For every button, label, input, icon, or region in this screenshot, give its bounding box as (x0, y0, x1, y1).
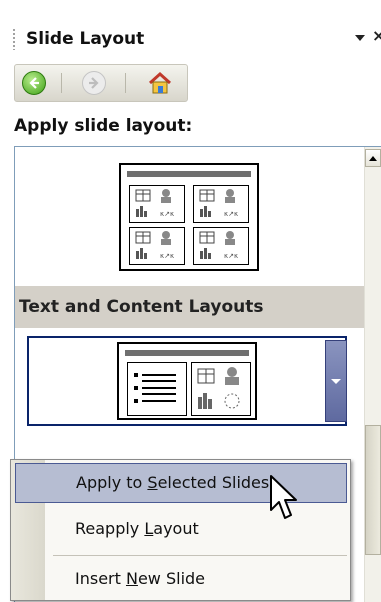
menu-item-label: Apply to Selected Slides (76, 473, 270, 492)
home-icon (148, 71, 172, 94)
pane-title: Slide Layout (26, 29, 145, 49)
mouse-pointer-icon (270, 475, 297, 519)
scroll-up-button[interactable] (365, 149, 381, 167)
svg-text:κ↗κ: κ↗κ (224, 210, 238, 218)
layout-text-and-content-thumbnail (117, 342, 257, 420)
forward-button[interactable] (79, 68, 109, 98)
svg-text:κ↗κ: κ↗κ (160, 252, 174, 260)
menu-item-label: Reapply Layout (75, 519, 199, 538)
pane-grip-handle[interactable] (12, 28, 16, 50)
chevron-down-icon (331, 378, 341, 384)
navigation-toolbar (14, 64, 188, 102)
menu-separator (53, 555, 347, 556)
home-button[interactable] (145, 68, 175, 98)
apply-slide-layout-label: Apply slide layout: (14, 116, 193, 136)
layout-four-content-thumbnail[interactable]: κ↗κ κ↗κ κ↗κ κ↗κ (119, 163, 259, 271)
section-header-text-and-content: Text and Content Layouts (19, 297, 264, 317)
svg-text:κ↗κ: κ↗κ (224, 252, 238, 260)
layout-context-menu: Apply to Selected Slides Reapply Layout … (10, 459, 351, 601)
layout-text-and-content-selected[interactable] (27, 336, 347, 426)
forward-arrow-icon (82, 71, 106, 95)
chevron-up-icon (369, 155, 377, 161)
back-arrow-icon (22, 71, 46, 95)
layout-options-dropdown-button[interactable] (325, 340, 347, 422)
menu-item-label: Insert New Slide (75, 569, 206, 588)
slide-layout-task-pane: Slide Layout × Apply slide layout: κ↗κ κ… (0, 0, 381, 602)
close-icon[interactable]: × (372, 26, 381, 45)
menu-item-insert-new-slide[interactable]: Insert New Slide (15, 560, 347, 600)
svg-text:κ↗κ: κ↗κ (160, 210, 174, 218)
back-button[interactable] (19, 68, 49, 98)
scrollbar-thumb[interactable] (365, 425, 381, 555)
pane-menu-dropdown-icon[interactable] (355, 35, 365, 41)
